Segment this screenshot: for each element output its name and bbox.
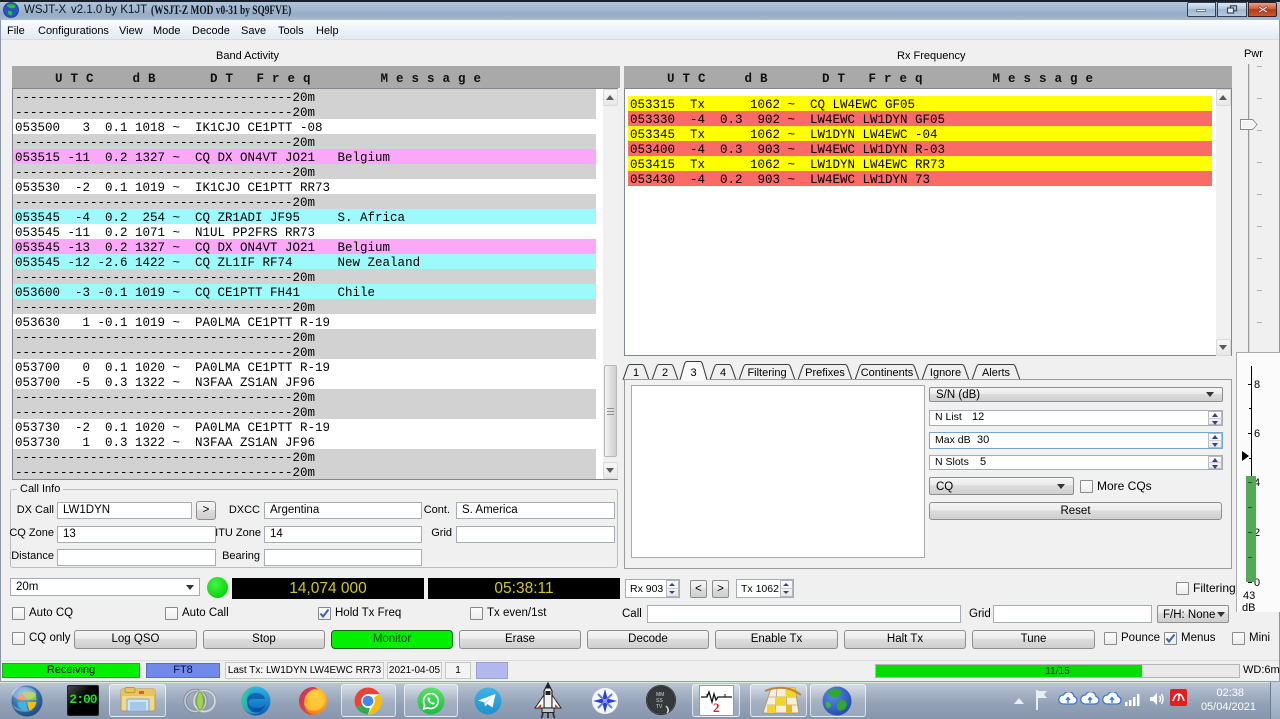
svg-text:2: 2 [713, 700, 720, 715]
svg-text:TV: TV [656, 704, 663, 710]
